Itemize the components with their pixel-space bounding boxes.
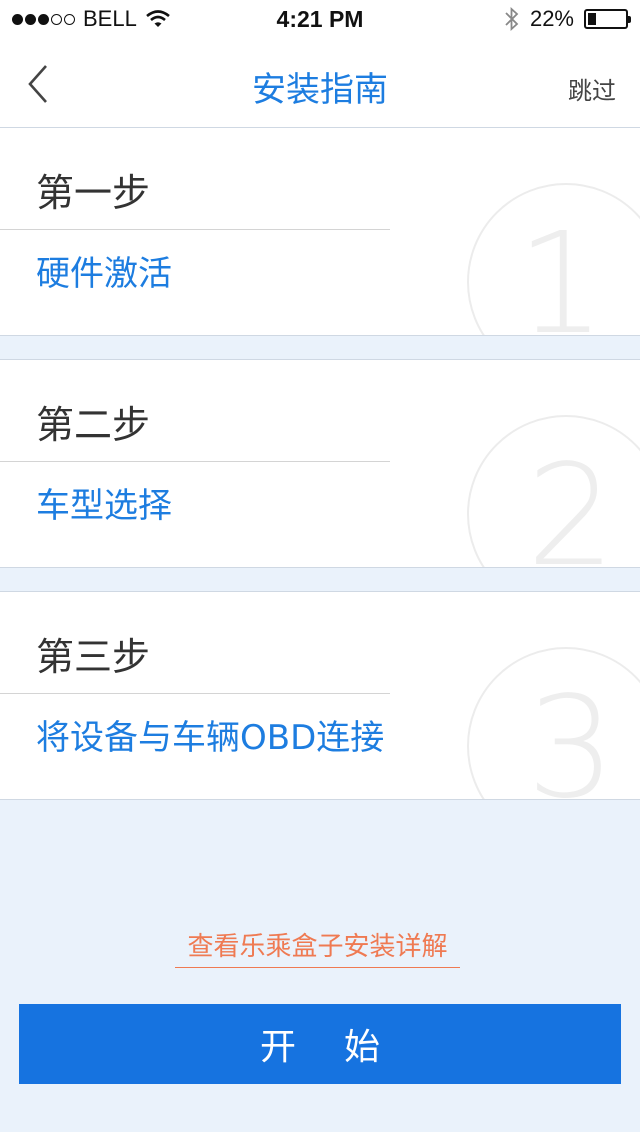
step-number-watermark: 2	[467, 415, 640, 568]
step-divider	[0, 461, 390, 462]
svg-text:2: 2	[526, 435, 615, 568]
step-title: 第一步	[36, 171, 151, 215]
step-divider	[0, 693, 390, 694]
page-title: 安装指南	[252, 70, 388, 110]
step-number-watermark: 3	[467, 647, 640, 800]
step-card-3[interactable]: 3 第三步 将设备与车辆OBD连接	[0, 591, 640, 800]
install-detail-link[interactable]: 查看乐乘盒子安装详解	[175, 926, 460, 968]
bluetooth-icon	[505, 6, 519, 32]
step-card-2[interactable]: 2 第二步 车型选择	[0, 359, 640, 568]
svg-text:1: 1	[516, 203, 605, 336]
step-title: 第三步	[36, 635, 151, 679]
step-description: 硬件激活	[36, 254, 172, 294]
step-title: 第二步	[36, 403, 151, 447]
step-description: 将设备与车辆OBD连接	[36, 718, 385, 758]
status-right: 22%	[504, 6, 631, 32]
step-divider	[0, 229, 390, 230]
battery-percent: 22%	[529, 6, 574, 31]
nav-bar: 安装指南 跳过	[0, 40, 640, 128]
svg-text:3: 3	[526, 667, 615, 800]
status-bar: BELL 4:21 PM 22%	[0, 0, 640, 40]
step-number-watermark: 1	[467, 183, 640, 336]
skip-button[interactable]: 跳过	[568, 71, 616, 106]
start-button[interactable]: 开始	[19, 1004, 621, 1084]
step-card-1[interactable]: 1 第一步 硬件激活	[0, 127, 640, 336]
step-description: 车型选择	[36, 486, 172, 526]
battery-icon	[584, 9, 631, 29]
